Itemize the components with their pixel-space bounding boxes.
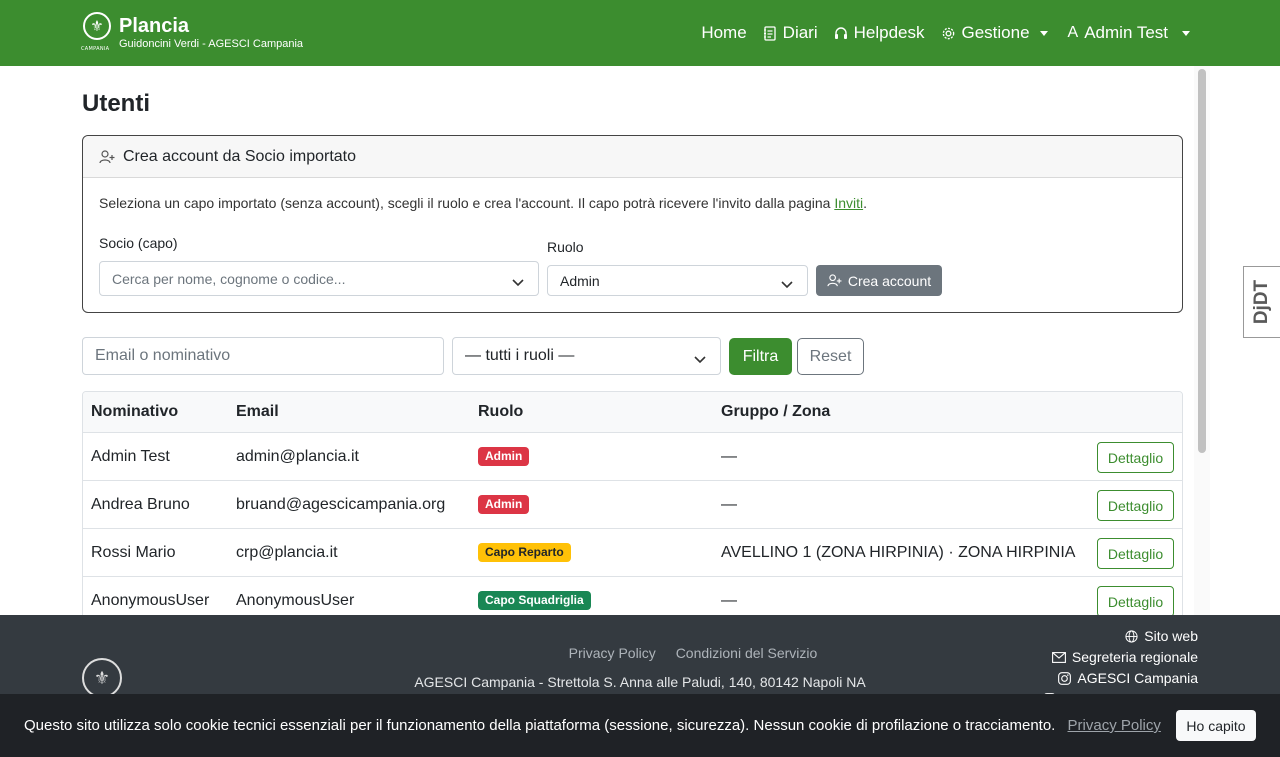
ruolo-select[interactable]: Admin bbox=[547, 265, 808, 296]
header-gruppo-zona: Gruppo / Zona bbox=[721, 403, 831, 420]
globe-icon bbox=[1125, 630, 1138, 643]
scrollbar[interactable] bbox=[1194, 66, 1210, 615]
cell-ruolo: Capo Reparto bbox=[478, 529, 571, 576]
header-nominativo: Nominativo bbox=[91, 403, 179, 420]
user-icon: A bbox=[1067, 24, 1079, 41]
cell-nominativo: Andrea Bruno bbox=[91, 495, 190, 513]
card-description: Seleziona un capo importato (senza accou… bbox=[99, 195, 867, 211]
nav-helpdesk[interactable]: Helpdesk bbox=[834, 23, 925, 43]
cell-ruolo: Admin bbox=[478, 481, 530, 528]
gear-icon bbox=[941, 26, 956, 41]
cell-nominativo: Rossi Mario bbox=[91, 543, 176, 561]
terms-link[interactable]: Condizioni del Servizio bbox=[676, 645, 818, 661]
table-row: Admin Test admin@plancia.it Admin — Dettagli… bbox=[83, 433, 1182, 481]
scout-logo-icon: ⚜ CAMPANIA bbox=[81, 12, 112, 54]
ruolo-label: Ruolo bbox=[547, 239, 584, 255]
cell-ruolo: Admin bbox=[478, 433, 530, 480]
chevron-down-icon bbox=[781, 276, 793, 292]
users-table: Nominativo Email Ruolo Gruppo / Zona Adm… bbox=[82, 391, 1183, 626]
scrollbar-thumb[interactable] bbox=[1198, 69, 1206, 453]
reset-button[interactable]: Reset bbox=[797, 338, 864, 375]
dettaglio-button[interactable]: Dettaglio bbox=[1097, 538, 1174, 569]
search-input[interactable]: Email o nominativo bbox=[82, 337, 444, 375]
navbar: ⚜ CAMPANIA Plancia Guidoncini Verdi - AG… bbox=[0, 0, 1280, 66]
cookie-privacy-link[interactable]: Privacy Policy bbox=[1068, 717, 1161, 734]
card-header: Crea account da Socio importato bbox=[83, 136, 1182, 178]
card-title: Crea account da Socio importato bbox=[123, 147, 357, 165]
cell-gruppo-zona: — bbox=[721, 495, 737, 513]
table-header: Nominativo Email Ruolo Gruppo / Zona bbox=[83, 392, 1182, 433]
inviti-link[interactable]: Inviti bbox=[834, 195, 863, 211]
role-badge: Admin bbox=[478, 495, 530, 514]
nav-gestione[interactable]: Gestione bbox=[941, 23, 1048, 43]
page-title: Utenti bbox=[82, 90, 150, 117]
nav-home[interactable]: Home bbox=[701, 23, 746, 43]
role-filter-select[interactable]: — tutti i ruoli — bbox=[452, 337, 721, 375]
instagram-agesci-link[interactable]: AGESCI Campania bbox=[1043, 668, 1198, 689]
role-badge: Admin bbox=[478, 447, 530, 466]
header-email: Email bbox=[236, 403, 279, 420]
person-add-icon bbox=[99, 149, 115, 164]
filter-button[interactable]: Filtra bbox=[729, 338, 792, 375]
brand-subtitle: Guidoncini Verdi - AGESCI Campania bbox=[119, 38, 304, 50]
chevron-down-icon bbox=[694, 351, 706, 369]
role-badge: Capo Squadriglia bbox=[478, 591, 591, 610]
cookie-banner: Questo sito utilizza solo cookie tecnici… bbox=[0, 694, 1280, 757]
nav-diari[interactable]: Diari bbox=[763, 23, 818, 43]
envelope-icon bbox=[1051, 652, 1066, 663]
cookie-accept-button[interactable]: Ho capito bbox=[1176, 710, 1256, 741]
create-account-card: Crea account da Socio importato Selezion… bbox=[82, 135, 1183, 313]
table-row: Andrea Bruno bruand@agescicampania.org Adm… bbox=[83, 481, 1182, 529]
table-row: Rossi Mario crp@plancia.it Capo Reparto AVE… bbox=[83, 529, 1182, 577]
cell-gruppo-zona: — bbox=[721, 447, 737, 465]
dettaglio-button[interactable]: Dettaglio bbox=[1097, 490, 1174, 521]
privacy-policy-link[interactable]: Privacy Policy bbox=[569, 645, 656, 661]
socio-select[interactable]: Cerca per nome, cognome o codice... bbox=[99, 261, 539, 296]
chevron-down-icon bbox=[512, 274, 524, 290]
cell-gruppo-zona: AVELLINO 1 (ZONA HIRPINIA) · ZONA HIRPIN… bbox=[721, 543, 1076, 561]
person-add-icon bbox=[827, 274, 842, 287]
dettaglio-button[interactable]: Dettaglio bbox=[1097, 442, 1174, 473]
nav-menu: Home Diari Helpdesk Gestione A Admin Tes… bbox=[685, 0, 1190, 66]
instagram-icon bbox=[1058, 672, 1072, 685]
headset-icon bbox=[834, 26, 848, 40]
dettaglio-button[interactable]: Dettaglio bbox=[1097, 586, 1174, 617]
website-link[interactable]: Sito web bbox=[1043, 626, 1198, 647]
cell-nominativo: Admin Test bbox=[91, 447, 170, 465]
chevron-down-icon bbox=[1039, 30, 1048, 36]
chevron-down-icon bbox=[1182, 30, 1190, 36]
socio-label: Socio (capo) bbox=[99, 235, 178, 251]
cell-email: crp@plancia.it bbox=[236, 543, 338, 561]
cookie-text: Questo sito utilizza solo cookie tecnici… bbox=[24, 717, 1161, 734]
debug-toolbar-handle[interactable]: DjDT bbox=[1243, 266, 1280, 338]
cell-email: admin@plancia.it bbox=[236, 447, 359, 465]
create-account-button[interactable]: Crea account bbox=[816, 265, 942, 296]
brand-title: Plancia bbox=[119, 15, 190, 37]
journal-icon bbox=[763, 25, 777, 41]
header-ruolo: Ruolo bbox=[478, 403, 524, 420]
role-badge: Capo Reparto bbox=[478, 543, 571, 562]
segreteria-link[interactable]: Segreteria regionale bbox=[1043, 647, 1198, 668]
brand[interactable]: ⚜ CAMPANIA Plancia Guidoncini Verdi - AG… bbox=[81, 12, 304, 54]
cell-email: bruand@agescicampania.org bbox=[236, 495, 446, 513]
nav-user-menu[interactable]: A Admin Test bbox=[1068, 23, 1190, 43]
